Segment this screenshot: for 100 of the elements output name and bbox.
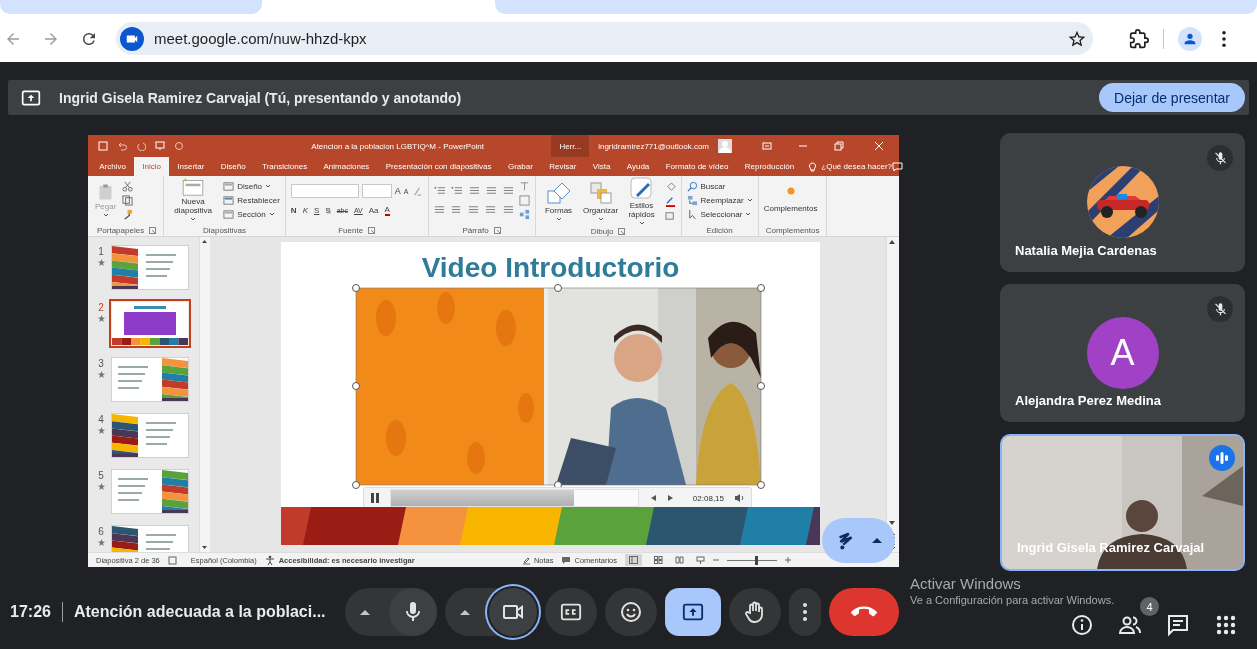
line-spacing-icon[interactable] (501, 185, 513, 196)
profile-avatar[interactable] (1178, 26, 1202, 51)
redo-icon[interactable] (136, 141, 146, 151)
decrease-indent-icon[interactable] (467, 185, 479, 196)
slide-thumbnail[interactable] (112, 414, 188, 457)
copy-icon[interactable] (122, 194, 134, 206)
close-icon[interactable] (874, 141, 884, 151)
format-painter-icon[interactable] (122, 208, 134, 220)
normal-view-button[interactable] (625, 554, 642, 566)
save-icon[interactable] (98, 141, 108, 151)
reactions-button[interactable] (605, 588, 657, 636)
chat-icon[interactable] (1166, 613, 1190, 637)
select-cursor-icon[interactable] (686, 208, 698, 220)
restore-icon[interactable] (834, 141, 844, 151)
caret-up-icon[interactable] (460, 609, 470, 615)
columns-icon[interactable] (501, 204, 513, 215)
pause-icon[interactable] (370, 492, 380, 504)
ribbon-menu-button[interactable]: Reemplazar (686, 194, 753, 206)
shape-outline-icon[interactable] (664, 195, 676, 207)
apps-grid-icon[interactable] (1214, 613, 1238, 637)
undo-icon[interactable] (117, 141, 127, 151)
text-format-button[interactable]: S (313, 205, 320, 216)
dialog-launcher-icon[interactable] (368, 226, 376, 234)
ribbon-menu-button[interactable]: Sección (223, 208, 280, 220)
ribbon-tab[interactable]: Reproducción (736, 157, 803, 176)
slide-sorter-icon[interactable] (654, 556, 663, 564)
ribbon-tab[interactable]: Presentación con diapositivas (377, 157, 500, 176)
align-right-icon[interactable] (467, 204, 479, 215)
increase-indent-icon[interactable] (484, 185, 496, 196)
ribbon-menu-button[interactable]: Buscar (686, 180, 726, 192)
slide-thumbnail[interactable] (112, 302, 188, 345)
microphone-button[interactable] (389, 588, 437, 636)
font-size-field[interactable] (361, 184, 392, 198)
scroll-up-icon[interactable] (200, 237, 209, 246)
replace-icon[interactable] (686, 194, 698, 206)
ribbon-menu-button[interactable]: Formas (540, 180, 577, 222)
dialog-launcher-icon[interactable] (618, 227, 626, 235)
text-format-button[interactable]: K (302, 205, 308, 216)
slideshow-icon[interactable] (155, 141, 165, 151)
ribbon-menu-button[interactable]: Restablecer (223, 194, 280, 206)
raise-hand-button[interactable] (729, 588, 781, 636)
ribbon-tab[interactable]: Ayuda (618, 157, 658, 176)
puzzle-piece-icon[interactable] (1129, 28, 1149, 49)
camera-button[interactable] (489, 588, 537, 636)
spelling-check-icon[interactable] (167, 555, 177, 565)
ribbon-tab[interactable]: Animaciones (315, 157, 378, 176)
ribbon-tab[interactable]: Archivo (91, 157, 135, 176)
justify-icon[interactable] (484, 204, 496, 215)
annotation-tools-button[interactable] (822, 518, 895, 563)
accessibility-icon[interactable] (264, 555, 275, 565)
font-size-button[interactable]: A (394, 185, 401, 197)
smartart-icon[interactable] (518, 208, 530, 220)
layout-icon[interactable] (223, 208, 235, 220)
bullet-list-icon[interactable] (433, 185, 445, 196)
volume-icon[interactable] (734, 493, 745, 503)
skip-forward-icon[interactable] (666, 494, 675, 502)
leave-call-button[interactable] (829, 588, 899, 636)
layout-icon[interactable] (223, 180, 235, 192)
tell-me-field[interactable]: ¿Qué desea hacer? (821, 162, 892, 171)
zoom-in-icon[interactable] (785, 557, 791, 563)
ribbon-menu-button[interactable]: Diseño (223, 180, 280, 192)
zoom-out-icon[interactable] (713, 557, 719, 563)
stop-presenting-button[interactable]: Dejar de presentar (1099, 83, 1245, 112)
slide-thumbnail[interactable] (112, 246, 188, 289)
text-format-button[interactable]: Aa (368, 205, 379, 216)
ribbon-tab[interactable]: Diseño (212, 157, 254, 176)
ribbon-menu-button[interactable]: Estilos rápidos (624, 176, 659, 226)
ribbon-tab[interactable]: Grabar (499, 157, 542, 176)
captions-button[interactable] (545, 588, 597, 636)
add-ins-button[interactable]: Complementos (763, 187, 818, 213)
slide-thumbnail[interactable] (112, 470, 188, 513)
slider-thumb[interactable] (754, 555, 758, 565)
info-icon[interactable] (1070, 613, 1094, 637)
search-icon[interactable] (686, 180, 698, 192)
ribbon-tab[interactable]: Revisar (541, 157, 585, 176)
ribbon-tab[interactable]: Insertar (169, 157, 213, 176)
ribbon-tab[interactable]: Inicio (134, 157, 170, 176)
ribbon-menu-button[interactable]: Organizar (582, 180, 619, 222)
ribbon-display-icon[interactable] (762, 141, 772, 151)
text-format-button[interactable]: N (290, 205, 297, 216)
text-direction-icon[interactable] (518, 180, 530, 192)
comment-icon[interactable] (892, 161, 903, 172)
ribbon-tab[interactable]: Transiciones (253, 157, 316, 176)
text-format-button[interactable]: S (325, 205, 331, 216)
scroll-down-icon[interactable] (200, 543, 209, 552)
layout-icon[interactable] (223, 194, 235, 206)
align-center-icon[interactable] (450, 204, 462, 215)
text-format-button[interactable]: A (384, 205, 390, 216)
address-bar[interactable]: meet.google.com/nuw-hhzd-kpx (116, 22, 1093, 55)
slide-thumbnail[interactable] (112, 358, 188, 401)
caret-up-icon[interactable] (360, 609, 370, 615)
menu-icon[interactable] (1222, 30, 1226, 47)
reading-view-icon[interactable] (675, 556, 684, 564)
ribbon-menu-button[interactable]: Seleccionar (686, 208, 752, 220)
present-button[interactable] (665, 588, 721, 636)
align-left-icon[interactable] (433, 204, 445, 215)
ribbon-tab[interactable]: Formato de vídeo (657, 157, 737, 176)
font-name-field[interactable] (290, 184, 359, 198)
new-slide-button[interactable]: Nueva diapositiva (169, 178, 218, 222)
numbered-list-icon[interactable] (450, 185, 462, 196)
